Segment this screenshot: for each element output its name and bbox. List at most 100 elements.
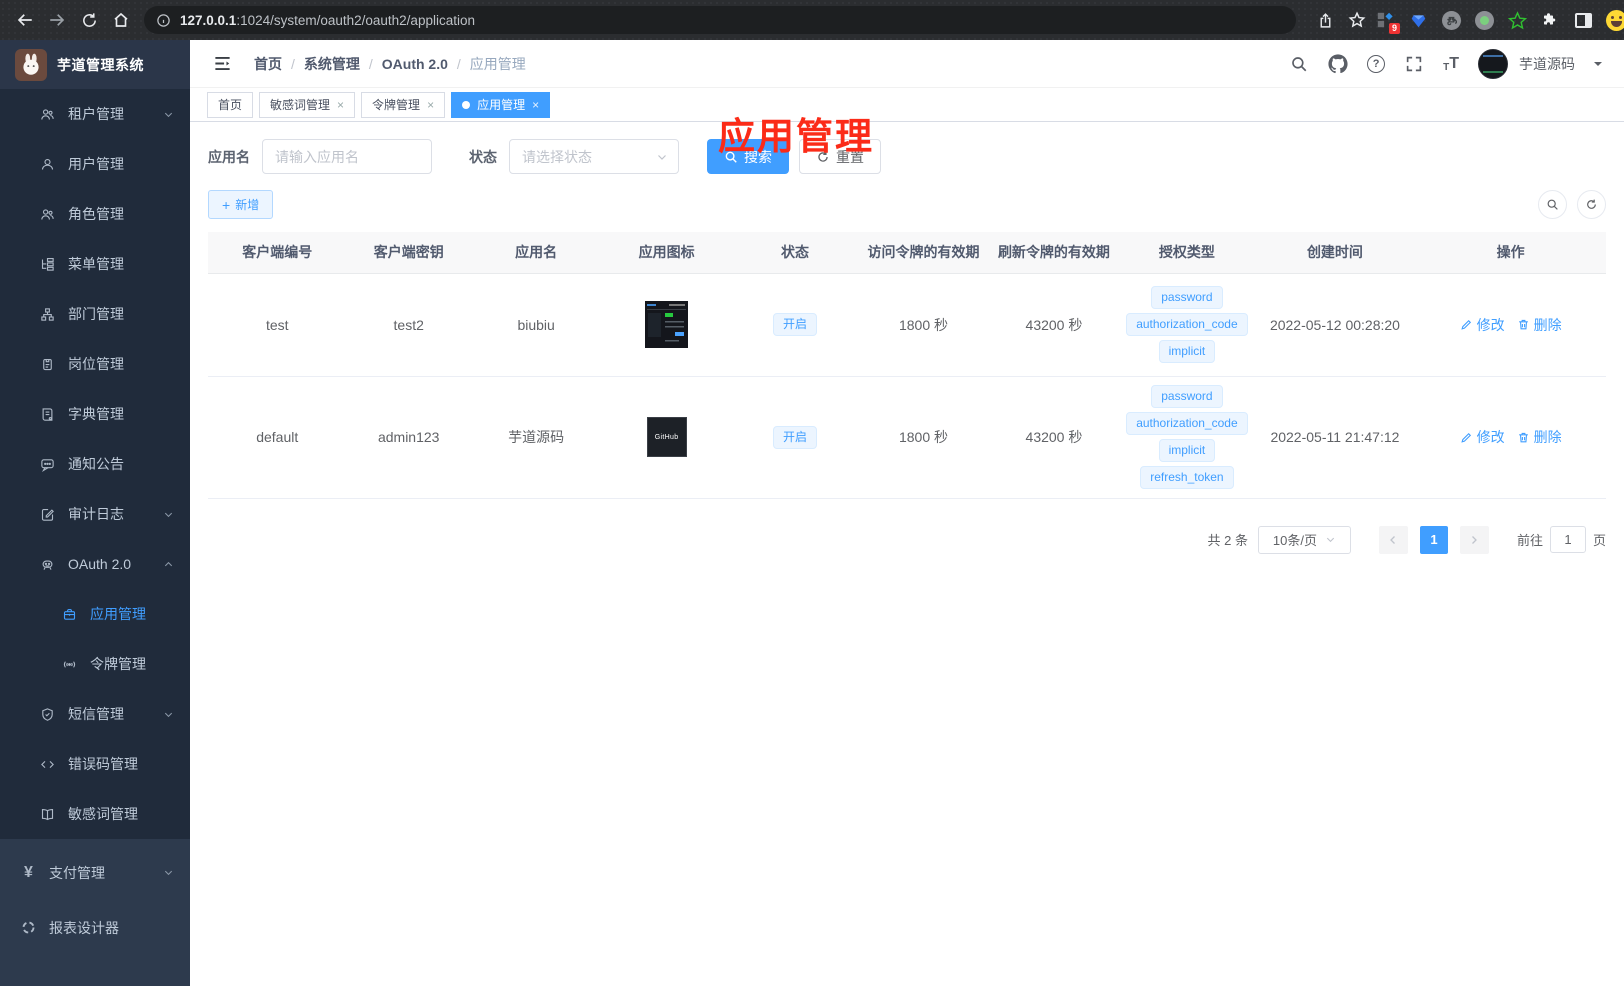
- sidebar-item-errcode[interactable]: 错误码管理: [0, 739, 190, 789]
- bookmark-star-icon[interactable]: [1342, 5, 1372, 35]
- reset-button[interactable]: 重置: [799, 139, 881, 174]
- delete-button[interactable]: 删除: [1517, 315, 1562, 335]
- reload-icon[interactable]: [74, 5, 104, 35]
- fullscreen-icon[interactable]: [1404, 54, 1424, 74]
- edit-button[interactable]: 修改: [1460, 315, 1505, 335]
- briefcase-icon: [62, 607, 77, 622]
- sidebar-item-dept[interactable]: 部门管理: [0, 289, 190, 339]
- tab-sensitive[interactable]: 敏感词管理 ×: [259, 91, 356, 118]
- col-actions: 操作: [1415, 232, 1606, 274]
- delete-button[interactable]: 删除: [1517, 427, 1562, 447]
- pen-icon: [1460, 432, 1471, 443]
- goto-page-input[interactable]: [1549, 526, 1586, 553]
- sidebar-item-user[interactable]: 用户管理: [0, 139, 190, 189]
- extension-star-icon[interactable]: [1506, 9, 1528, 31]
- sidebar-logo[interactable]: 芋道管理系统: [0, 40, 190, 89]
- breadcrumb-system[interactable]: 系统管理: [304, 54, 360, 74]
- sidebar-item-oauth-app[interactable]: 应用管理: [0, 589, 190, 639]
- trash-icon: [1518, 432, 1528, 442]
- sidebar-item-notice[interactable]: 通知公告: [0, 439, 190, 489]
- user-menu-caret-icon[interactable]: [1594, 61, 1602, 70]
- search-icon[interactable]: [1289, 54, 1309, 74]
- refresh-table-button[interactable]: [1577, 190, 1606, 219]
- status-select[interactable]: 请选择状态: [509, 139, 679, 174]
- chevron-down-icon: [163, 867, 174, 878]
- next-page-button[interactable]: [1459, 525, 1489, 554]
- sidebar-item-audit-log[interactable]: 审计日志: [0, 489, 190, 539]
- extension-command-icon[interactable]: [1440, 9, 1462, 31]
- status-badge[interactable]: 开启: [773, 313, 818, 336]
- grant-type-tag: implicit: [1158, 439, 1216, 462]
- pagination: 共 2 条 10条/页 1 前往 页: [208, 525, 1606, 554]
- sidebar-item-report-designer[interactable]: 报表设计器: [0, 900, 190, 955]
- sidebar-item-label: 令牌管理: [90, 656, 146, 672]
- current-page-button[interactable]: 1: [1419, 525, 1448, 554]
- home-icon[interactable]: [106, 5, 136, 35]
- sidebar-item-sensitive[interactable]: 敏感词管理: [0, 789, 190, 839]
- profile-emoji-icon[interactable]: [1605, 9, 1624, 31]
- grant-type-tag: refresh_token: [1140, 466, 1234, 489]
- help-icon[interactable]: ?: [1367, 54, 1386, 73]
- tab-home[interactable]: 首页: [207, 91, 254, 118]
- sidebar-item-label: 部门管理: [68, 306, 124, 322]
- pen-icon: [1460, 319, 1471, 330]
- extension-gem-icon[interactable]: [1407, 9, 1429, 31]
- trash-icon: [1518, 319, 1528, 330]
- chevron-down-icon: [163, 709, 174, 720]
- cell-grant-types: password authorization_code implicit ref…: [1119, 376, 1255, 499]
- sidebar-item-oauth[interactable]: OAuth 2.0: [0, 539, 190, 589]
- share-icon[interactable]: [1310, 5, 1340, 35]
- search-button[interactable]: 搜索: [707, 139, 789, 174]
- page-content: 应用名 状态 请选择状态 搜索 重置: [190, 122, 1624, 986]
- browser-toolbar: 127.0.0.1:1024/system/oauth2/oauth2/appl…: [0, 0, 1624, 40]
- sidebar-item-label: 租户管理: [68, 106, 124, 122]
- sidebar-item-role[interactable]: 角色管理: [0, 189, 190, 239]
- add-button[interactable]: + 新增: [208, 190, 274, 219]
- cell-actions: 修改 删除: [1415, 273, 1606, 377]
- breadcrumb-oauth[interactable]: OAuth 2.0: [382, 56, 448, 72]
- site-info-icon[interactable]: [156, 13, 171, 28]
- cell-actions: 修改 删除: [1415, 376, 1606, 499]
- avatar[interactable]: [1478, 48, 1508, 79]
- sidebar-fold-icon[interactable]: [212, 54, 232, 74]
- col-refresh-ttl: 刷新令牌的有效期: [988, 232, 1120, 274]
- col-app-name: 应用名: [470, 232, 602, 274]
- breadcrumb-home[interactable]: 首页: [254, 54, 282, 74]
- sidebar-item-oauth-token[interactable]: 令牌管理: [0, 639, 190, 689]
- sidebar-item-menu[interactable]: 菜单管理: [0, 239, 190, 289]
- address-bar[interactable]: 127.0.0.1:1024/system/oauth2/oauth2/appl…: [144, 6, 1296, 34]
- forward-icon[interactable]: [42, 5, 72, 35]
- app-name-input[interactable]: [262, 139, 432, 174]
- sidebar-panel-icon[interactable]: [1572, 9, 1594, 31]
- page-size-select[interactable]: 10条/页: [1257, 525, 1351, 554]
- sidebar-item-sms[interactable]: 短信管理: [0, 689, 190, 739]
- sidebar-item-pay[interactable]: ¥ 支付管理: [0, 845, 190, 900]
- font-size-icon[interactable]: TT: [1443, 55, 1459, 73]
- users-icon: [40, 207, 55, 222]
- page-unit-label: 页: [1592, 533, 1606, 548]
- sidebar-item-label: 审计日志: [68, 506, 124, 522]
- tab-application[interactable]: 应用管理 ×: [451, 91, 551, 118]
- github-icon[interactable]: [1328, 53, 1348, 74]
- col-created: 创建时间: [1254, 232, 1416, 274]
- prev-page-button[interactable]: [1378, 525, 1408, 554]
- extensions-puzzle-icon[interactable]: [1539, 9, 1561, 31]
- tab-token[interactable]: 令牌管理 ×: [361, 91, 446, 118]
- sidebar-item-post[interactable]: 岗位管理: [0, 339, 190, 389]
- user-icon: [40, 157, 55, 172]
- back-icon[interactable]: [10, 5, 40, 35]
- toggle-search-button[interactable]: [1538, 190, 1567, 219]
- status-badge[interactable]: 开启: [773, 425, 818, 449]
- users-icon: [40, 107, 55, 122]
- sidebar-item-dict[interactable]: 字典管理: [0, 389, 190, 439]
- close-icon[interactable]: ×: [427, 98, 434, 112]
- cell-app-name: 芋道源码: [470, 376, 602, 499]
- col-access-ttl: 访问令牌的有效期: [858, 232, 989, 274]
- sidebar-item-tenant[interactable]: 租户管理: [0, 89, 190, 139]
- extension-record-icon[interactable]: [1473, 9, 1495, 31]
- status-label: 状态: [469, 148, 497, 165]
- extension-blocks-icon[interactable]: 9: [1374, 9, 1400, 34]
- close-icon[interactable]: ×: [532, 98, 539, 112]
- edit-button[interactable]: 修改: [1460, 427, 1505, 447]
- close-icon[interactable]: ×: [337, 98, 344, 112]
